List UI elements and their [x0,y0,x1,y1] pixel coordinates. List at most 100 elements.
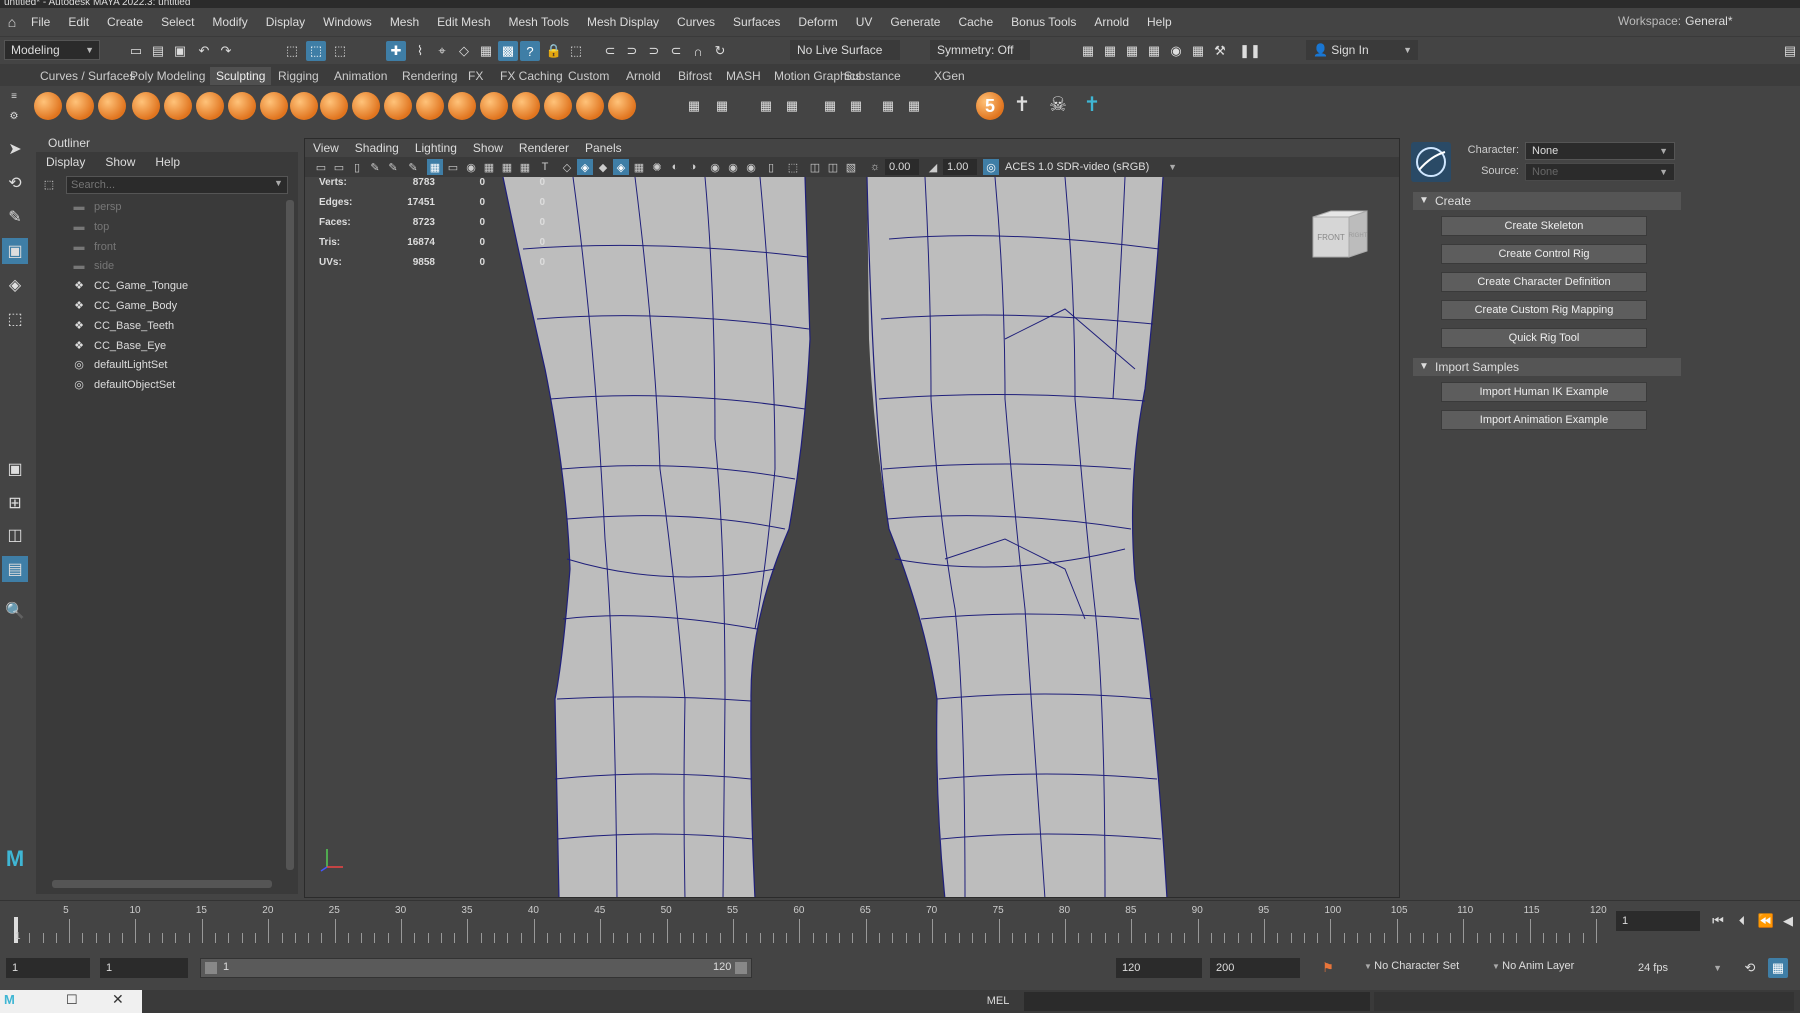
shelf-tab-fx[interactable]: FX [462,67,489,85]
grease-pencil-icon[interactable]: ✎ [405,159,421,175]
skull-icon[interactable]: ☠ [1048,94,1068,116]
pause-icon[interactable]: ❚❚ [1239,41,1261,61]
character-dropdown[interactable]: None ▼ [1525,142,1675,160]
menu-file[interactable]: File [22,15,59,29]
anti-alias-icon[interactable]: ⬚ [785,159,801,175]
substance-icon[interactable]: ▦ [820,96,840,116]
save-scene-icon[interactable]: ▣ [170,41,190,61]
four-layout-icon[interactable]: ⊞ [2,490,28,516]
redo-icon[interactable]: ↷ [216,41,236,61]
animation-start-field[interactable]: 1 [6,958,90,978]
gate-mask-icon[interactable]: ▦ [481,159,497,175]
snap-point-icon[interactable]: ⌖ [432,41,452,61]
playback-start-field[interactable]: 1 [100,958,188,978]
menu-modify[interactable]: Modify [203,15,256,29]
sculpt-sculpt-tool-icon[interactable] [34,92,62,120]
live-surface-field[interactable]: No Live Surface [790,40,900,60]
palette-icon[interactable]: ▦ [904,96,924,116]
shelf-tab-custom[interactable]: Custom [562,67,615,85]
create-skeleton-button[interactable]: Create Skeleton [1441,216,1647,236]
select-hierarchy-icon[interactable]: ⬚ [282,41,302,61]
camera-attr-icon[interactable]: ▭ [331,159,347,175]
search-dropdown-icon[interactable]: ▼ [274,178,283,188]
shelf-tab-animation[interactable]: Animation [328,67,393,85]
maya-taskbar-icon[interactable]: M [4,992,15,1007]
lock-icon[interactable]: 🔒 [544,41,564,61]
snap-surface-icon[interactable]: ▦ [476,41,496,61]
import-animation-example-button[interactable]: Import Animation Example [1441,410,1647,430]
imprint-sculpt-tool-icon[interactable] [320,92,348,120]
exposure-field[interactable]: 0.00 [885,159,919,175]
hypershade-icon[interactable]: ◉ [1166,41,1186,61]
field-chart-icon[interactable]: ▦ [499,159,515,175]
quick-rig-tool-button[interactable]: Quick Rig Tool [1441,328,1647,348]
outliner-menu-help[interactable]: Help [145,152,190,172]
move-tool-icon[interactable]: ⬚ [2,306,28,332]
outliner-layout-icon[interactable]: ▤ [2,556,28,582]
gamma-icon[interactable]: ◢ [925,159,941,175]
menu-deform[interactable]: Deform [789,15,846,29]
play-backwards-icon[interactable]: ◀ [1778,911,1798,931]
outliner-filter-icon[interactable]: ⬚ [40,175,58,193]
go-to-start-icon[interactable]: ⏮ [1708,911,1728,931]
scrape-sculpt-tool-icon[interactable] [384,92,412,120]
snap-view-icon[interactable]: ◇ [454,41,474,61]
close-icon[interactable]: ✕ [112,991,124,1008]
single-layout-icon[interactable]: ▣ [2,456,28,482]
viewport-menu-shading[interactable]: Shading [347,139,407,157]
safe-action-icon[interactable]: ▦ [517,159,533,175]
menu-windows[interactable]: Windows [314,15,381,29]
outliner-item[interactable]: ❖ CC_Game_Body [72,297,177,315]
shelf-tab-arnold[interactable]: Arnold [620,67,667,85]
menu-edit[interactable]: Edit [59,15,98,29]
outliner-item[interactable]: ▬ top [72,218,110,236]
outliner-search-input[interactable] [66,176,288,194]
outliner-item[interactable]: ▬ persp [72,198,122,216]
outliner-item[interactable]: ◎ defaultObjectSet [72,376,175,394]
spray-sculpt-tool-icon[interactable] [260,92,288,120]
flatten-sculpt-tool-icon[interactable] [196,92,224,120]
anim-prefs-icon[interactable]: ▦ [1768,958,1788,978]
depth-of-field-icon[interactable]: ◫ [807,159,823,175]
menu-generate[interactable]: Generate [881,15,949,29]
film-gate-icon[interactable]: ▭ [445,159,461,175]
wax-sculpt-tool-icon[interactable] [352,92,380,120]
undo-icon[interactable]: ↶ [194,41,214,61]
relax-sculpt-tool-icon[interactable] [98,92,126,120]
view-cube-front-label[interactable]: FRONT [1317,233,1345,242]
outliner-item[interactable]: ▬ front [72,238,117,256]
fps-dropdown[interactable]: 24 fps ▼ [1632,958,1728,978]
menu-create[interactable]: Create [98,15,152,29]
snap-grid-icon[interactable]: ✚ [386,41,406,61]
resolution-gate-icon[interactable]: ◉ [463,159,479,175]
pinch-sculpt-tool-icon[interactable] [164,92,192,120]
shelf-tab-rendering[interactable]: Rendering [396,67,463,85]
current-frame-field[interactable]: 1 [1616,911,1700,931]
step-back-icon[interactable]: ⏴ [1732,911,1752,931]
maximize-icon[interactable]: ☐ [66,992,78,1008]
command-input[interactable] [1024,992,1370,1011]
viewport-menu-show[interactable]: Show [465,139,511,157]
time-slider[interactable]: 5 10 15 20 25 30 35 40 45 50 55 60 65 70 75 80 85 90 95 100… [0,900,1800,948]
color-space-dropdown[interactable]: ACES 1.0 SDR-video (sRGB) ▼ [1001,159,1181,175]
ambient-occlusion-icon[interactable]: ◑ [685,159,701,175]
smooth-shade-icon[interactable]: ◈ [577,159,593,175]
ui-tool-icon[interactable]: ▦ [782,96,802,116]
zoom-icon[interactable]: 🔍 [2,598,28,624]
shelf-tab-rigging[interactable]: Rigging [272,67,325,85]
bulge-sculpt-tool-icon[interactable] [512,92,540,120]
amplify-sculpt-tool-icon[interactable] [544,92,572,120]
freeze-sculpt-tool-icon[interactable] [576,92,604,120]
safe-title-icon[interactable]: T [537,159,553,175]
shelf-tab-mash[interactable]: MASH [720,67,767,85]
menu-curves[interactable]: Curves [668,15,724,29]
select-components-icon[interactable]: ⬚ [330,41,350,61]
outliner-item[interactable]: ◎ defaultLightSet [72,356,167,374]
color-management-icon[interactable]: ◎ [983,159,999,175]
create-character-definition-button[interactable]: Create Character Definition [1441,272,1647,292]
menu-mesh-tools[interactable]: Mesh Tools [500,15,578,29]
fill-sculpt-tool-icon[interactable] [416,92,444,120]
loop-icon[interactable]: ⟲ [1740,958,1760,978]
two-layout-icon[interactable]: ◫ [2,522,28,548]
open-scene-icon[interactable]: ▤ [148,41,168,61]
